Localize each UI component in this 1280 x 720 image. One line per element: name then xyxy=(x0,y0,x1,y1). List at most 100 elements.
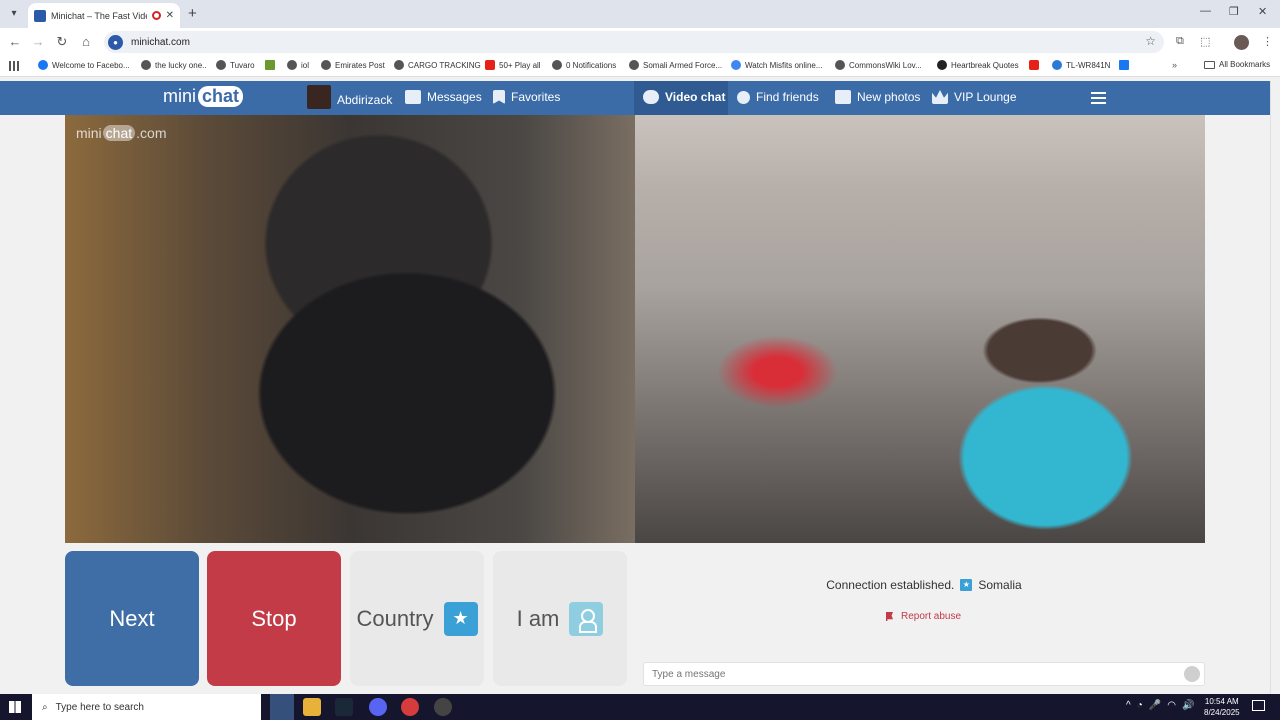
globe-icon xyxy=(141,60,151,70)
media-icon[interactable]: ⧉ xyxy=(1176,35,1184,48)
nav-messages[interactable]: Messages xyxy=(405,90,482,104)
facebook-icon xyxy=(1119,60,1129,70)
partner-video: mini chat .com xyxy=(65,115,635,543)
user-avatar xyxy=(307,85,331,109)
youtube-icon xyxy=(485,60,495,70)
taskbar-search[interactable]: ⌕ Type here to search xyxy=(32,694,261,720)
chrome-app-icon[interactable] xyxy=(270,694,294,720)
nav-vip-lounge[interactable]: VIP Lounge xyxy=(932,90,1017,104)
bookmark-item[interactable]: 0 Notifications xyxy=(552,60,616,70)
speedometer-icon[interactable] xyxy=(434,698,452,716)
close-tab-icon[interactable]: ✕ xyxy=(166,10,174,21)
browser-tab-bar: ▾ Minichat – The Fast Video C ✕ + — ❐ ✕ xyxy=(0,0,1280,28)
recording-icon xyxy=(151,11,161,20)
connection-status: Connection established. ★ Somalia xyxy=(826,578,1022,592)
bookmark-item[interactable] xyxy=(1119,60,1129,70)
page-background xyxy=(1205,115,1270,693)
tab-search-icon[interactable]: ▾ xyxy=(6,6,22,22)
chat-bubble-icon xyxy=(643,90,659,104)
minimize-icon[interactable]: — xyxy=(1200,5,1211,17)
logo-mini: mini xyxy=(163,86,197,106)
home-icon[interactable]: ⌂ xyxy=(78,34,94,50)
self-video xyxy=(635,115,1205,543)
bookmark-item[interactable]: Watch Misfits online... xyxy=(731,60,823,70)
router-icon xyxy=(1052,60,1062,70)
bookmark-item[interactable]: TL-WR841N xyxy=(1052,60,1110,70)
globe-icon xyxy=(287,60,297,70)
bookmark-item[interactable]: Tuvaro xyxy=(216,60,255,70)
next-button[interactable]: Next xyxy=(65,551,199,686)
network-icon: ◔ xyxy=(1136,700,1143,711)
nav-profile[interactable]: Abdirizack xyxy=(307,85,392,109)
address-bar[interactable]: ● minichat.com ☆ xyxy=(104,31,1164,53)
bookmark-item[interactable]: iol xyxy=(287,60,309,70)
taskbar-clock[interactable]: 10:54 AM 8/24/2025 xyxy=(1204,696,1240,718)
message-input[interactable] xyxy=(643,662,1205,686)
site-header: mini chat Abdirizack Messages Favorites … xyxy=(0,81,1270,115)
discord-icon[interactable] xyxy=(369,698,387,716)
windows-start-icon[interactable] xyxy=(9,701,21,713)
system-tray[interactable]: ^ ◔ 🎤 ◠ 🔊 xyxy=(1126,700,1194,711)
logo-chat: chat xyxy=(198,86,244,107)
globe-icon xyxy=(835,60,845,70)
bookmarks-bar: Welcome to Facebo... the lucky one.. Tuv… xyxy=(0,56,1280,77)
globe-icon xyxy=(321,60,331,70)
partner-country: Somalia xyxy=(978,578,1022,592)
browser-menu-icon[interactable]: ⋮ xyxy=(1262,35,1273,48)
bookmark-item[interactable]: CommonsWiki Lov... xyxy=(835,60,922,70)
obs-icon[interactable] xyxy=(401,698,419,716)
close-window-icon[interactable]: ✕ xyxy=(1258,5,1267,18)
wifi-icon: ◠ xyxy=(1167,700,1176,711)
reload-icon[interactable]: ↻ xyxy=(54,34,70,50)
minichat-watermark: mini chat .com xyxy=(76,125,167,141)
volume-icon: 🔊 xyxy=(1181,700,1195,711)
url-text: minichat.com xyxy=(131,36,190,48)
emoji-icon[interactable] xyxy=(1184,666,1200,682)
nav-favorites[interactable]: Favorites xyxy=(493,90,560,104)
profile-avatar[interactable] xyxy=(1234,35,1249,50)
page-scrollbar[interactable] xyxy=(1270,81,1280,694)
bookmark-star-icon[interactable]: ☆ xyxy=(1145,34,1156,48)
bookmark-item[interactable]: Somali Armed Force... xyxy=(629,60,722,70)
somalia-flag-icon: ★ xyxy=(960,579,973,591)
bookmark-item[interactable]: CARGO TRACKING xyxy=(394,60,481,70)
steam-icon[interactable] xyxy=(335,698,353,716)
minichat-logo[interactable]: mini chat xyxy=(163,86,244,107)
grid-icon xyxy=(835,90,851,104)
hamburger-menu-icon[interactable] xyxy=(1091,92,1106,104)
back-icon[interactable]: ← xyxy=(7,34,23,50)
all-bookmarks[interactable]: All Bookmarks xyxy=(1204,60,1270,69)
apps-icon[interactable] xyxy=(9,61,19,71)
google-icon xyxy=(731,60,741,70)
site-info-icon[interactable]: ● xyxy=(108,34,123,50)
stop-button[interactable]: Stop xyxy=(207,551,341,686)
bookmark-item[interactable]: Heartbreak Quotes xyxy=(937,60,1019,70)
gender-button[interactable]: I am xyxy=(493,551,627,686)
more-bookmarks-icon[interactable]: » xyxy=(1172,60,1177,70)
search-icon: ⌕ xyxy=(42,701,48,713)
microphone-icon: 🎤 xyxy=(1148,700,1162,711)
forward-icon[interactable]: → xyxy=(30,34,46,50)
envelope-icon xyxy=(405,90,421,104)
chevron-up-icon: ^ xyxy=(1126,700,1131,711)
new-tab-icon[interactable]: + xyxy=(188,5,197,22)
nav-find-friends[interactable]: Find friends xyxy=(737,90,819,104)
country-filter-button[interactable]: Country ★ xyxy=(350,551,484,686)
quotes-icon xyxy=(937,60,947,70)
nav-video-chat[interactable]: Video chat xyxy=(643,90,725,104)
file-explorer-icon[interactable] xyxy=(303,698,321,716)
globe-icon xyxy=(552,60,562,70)
bookmark-item[interactable] xyxy=(1029,60,1039,70)
bookmark-item[interactable]: Emirates Post xyxy=(321,60,385,70)
tile-icon xyxy=(265,60,275,70)
extensions-icon[interactable]: ⬚ xyxy=(1200,35,1210,48)
bookmark-item[interactable] xyxy=(265,60,275,70)
bookmark-item[interactable]: the lucky one.. xyxy=(141,60,207,70)
browser-tab[interactable]: Minichat – The Fast Video C ✕ xyxy=(28,3,180,28)
restore-icon[interactable]: ❐ xyxy=(1229,5,1239,18)
report-abuse-link[interactable]: Report abuse xyxy=(886,611,961,622)
notifications-icon[interactable] xyxy=(1252,700,1265,711)
nav-new-photos[interactable]: New photos xyxy=(835,90,920,104)
bookmark-item[interactable]: 50+ Play all xyxy=(485,60,541,70)
bookmark-item[interactable]: Welcome to Facebo... xyxy=(38,60,130,70)
